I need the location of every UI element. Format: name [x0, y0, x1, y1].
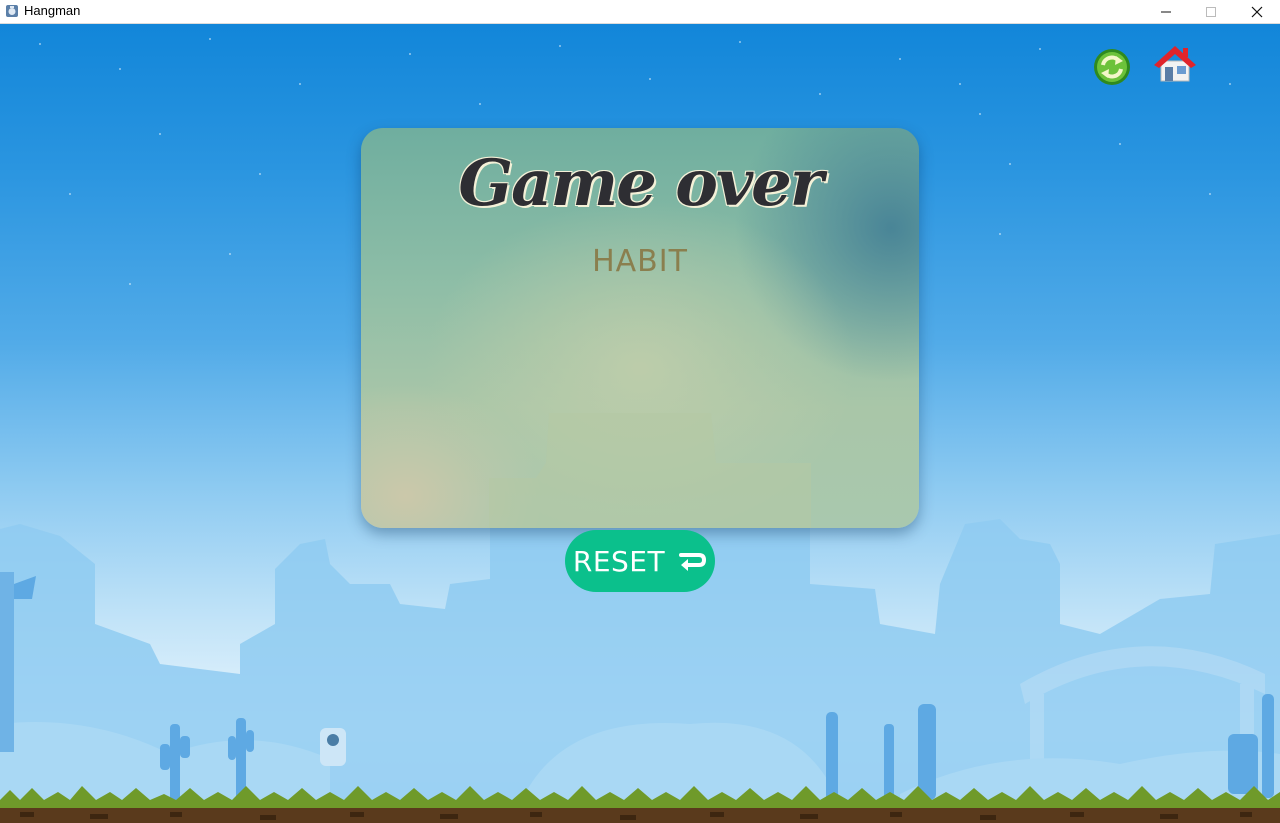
home-icon: [1154, 46, 1196, 82]
tombstone: [320, 728, 346, 766]
close-button[interactable]: [1234, 0, 1280, 23]
maximize-icon: [1206, 6, 1216, 17]
answer-word: HABIT: [592, 244, 688, 279]
game-scene: Game over HABIT RESET: [0, 24, 1280, 823]
close-icon: [1251, 6, 1263, 17]
game-over-panel: Game over HABIT: [361, 128, 919, 528]
restart-button[interactable]: [1092, 47, 1132, 87]
window-titlebar: Hangman: [0, 0, 1280, 24]
game-over-heading: Game over: [458, 146, 823, 221]
soil-strip: [0, 808, 1280, 823]
reset-button[interactable]: RESET: [565, 530, 715, 592]
minimize-button[interactable]: [1143, 0, 1189, 23]
reset-label: RESET: [572, 544, 666, 578]
window-title: Hangman: [24, 3, 81, 18]
restart-icon: [1094, 49, 1130, 85]
app-icon: [6, 5, 18, 17]
home-button[interactable]: [1152, 41, 1198, 87]
return-arrow-icon: [679, 553, 707, 571]
minimize-icon: [1161, 11, 1171, 12]
maximize-button[interactable]: [1188, 0, 1234, 23]
